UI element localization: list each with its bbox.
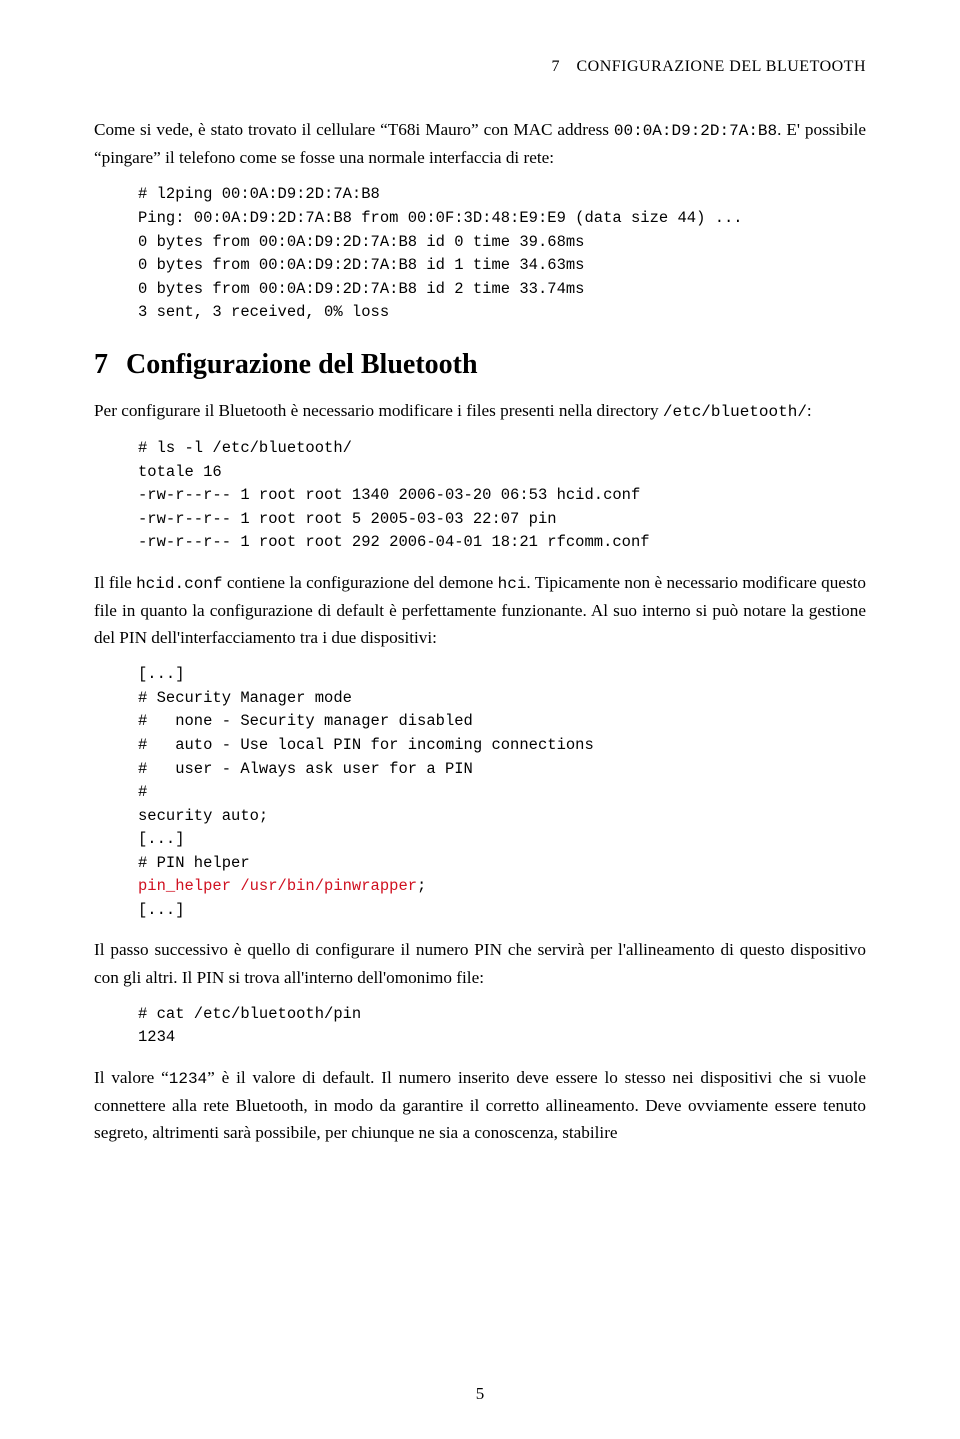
paragraph-hcid: Il file hcid.conf contiene la configuraz… [94, 569, 866, 652]
text: ” è il valore di default. Il numero inse… [94, 1068, 866, 1142]
text: Come si vede, è stato trovato il cellula… [94, 120, 614, 139]
code-pin-helper: pin_helper /usr/bin/pinwrapper [138, 877, 417, 895]
path: /etc/bluetooth/ [663, 403, 807, 421]
code-part1: [...] # Security Manager mode # none - S… [138, 665, 594, 871]
daemon-name: hci [498, 575, 527, 593]
text: Il file [94, 573, 136, 592]
text: Per configurare il Bluetooth è necessari… [94, 401, 663, 420]
running-head: 7 CONFIGURAZIONE DEL BLUETOOTH [94, 58, 866, 76]
text: contiene la configurazione del demone [223, 573, 498, 592]
code-ls: # ls -l /etc/bluetooth/ totale 16 -rw-r-… [138, 437, 866, 555]
text: : [807, 401, 812, 420]
mac-address: 00:0A:D9:2D:7A:B8 [614, 122, 777, 140]
paragraph-default-pin: Il valore “1234” è il valore di default.… [94, 1064, 866, 1147]
page: 7 CONFIGURAZIONE DEL BLUETOOTH Come si v… [0, 0, 960, 1439]
section-number: 7 [94, 349, 108, 381]
pin-value: 1234 [169, 1070, 207, 1088]
intro-paragraph: Come si vede, è stato trovato il cellula… [94, 116, 866, 171]
paragraph-pin-step: Il passo successivo è quello di configur… [94, 936, 866, 990]
page-number: 5 [0, 1384, 960, 1404]
paragraph-configure: Per configurare il Bluetooth è necessari… [94, 397, 866, 425]
section-heading: 7 Configurazione del Bluetooth [94, 349, 866, 381]
code-cat-pin: # cat /etc/bluetooth/pin 1234 [138, 1003, 866, 1050]
code-l2ping: # l2ping 00:0A:D9:2D:7A:B8 Ping: 00:0A:D… [138, 183, 866, 324]
code-hcid-conf: [...] # Security Manager mode # none - S… [138, 663, 866, 922]
text: Il valore “ [94, 1068, 169, 1087]
filename: hcid.conf [136, 575, 222, 593]
section-title: Configurazione del Bluetooth [126, 349, 478, 380]
